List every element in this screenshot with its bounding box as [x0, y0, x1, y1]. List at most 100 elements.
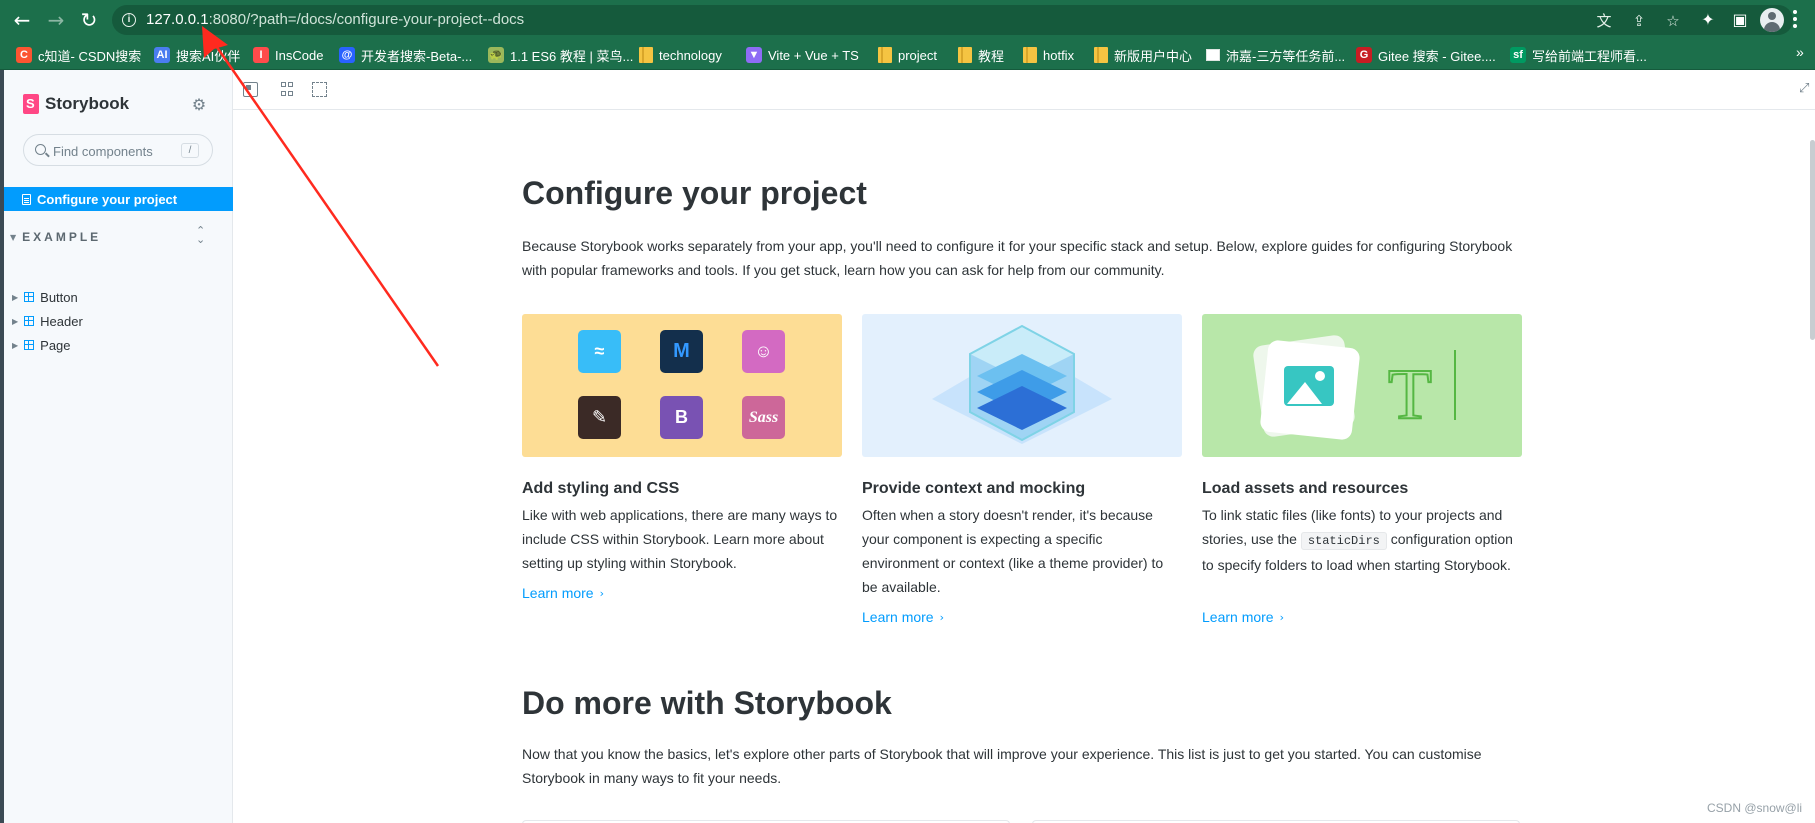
- bookmark-item[interactable]: hotfix: [1023, 40, 1074, 70]
- reload-icon[interactable]: ↻: [77, 8, 101, 32]
- learn-more-label: Learn more: [522, 585, 594, 601]
- sidebar-item-label: Page: [40, 337, 71, 353]
- search-input[interactable]: [53, 142, 183, 160]
- bookmark-item[interactable]: technology: [639, 40, 722, 70]
- search-icon: [35, 144, 46, 155]
- profile-avatar-icon[interactable]: [1760, 8, 1784, 32]
- bookmark-label: 新版用户中心: [1114, 48, 1193, 64]
- sidebar-item-label: Button: [40, 289, 78, 305]
- folder-icon: [958, 47, 972, 63]
- outline-icon[interactable]: [312, 82, 327, 97]
- bookmark-item[interactable]: 🐢 1.1 ES6 教程 | 菜鸟...: [488, 40, 633, 70]
- docs-canvas: ⤢ Configure your project Because Storybo…: [233, 70, 1815, 823]
- zoom-icon[interactable]: [243, 82, 258, 97]
- favicon-icon: AI: [154, 47, 170, 63]
- bookmarks-overflow-icon[interactable]: »: [1796, 44, 1804, 60]
- card-description: Like with web applications, there are ma…: [522, 507, 838, 571]
- site-info-icon[interactable]: i: [122, 13, 136, 27]
- sidebar-item-button[interactable]: ▶ Button: [12, 287, 78, 307]
- bookmark-label: 写给前端工程师看...: [1532, 48, 1647, 64]
- bookmark-item[interactable]: AI 搜索AI伙伴: [154, 40, 240, 70]
- chevron-right-icon: ›: [599, 586, 604, 600]
- translate-icon[interactable]: 文: [1595, 12, 1613, 30]
- brand-name: Storybook: [45, 94, 130, 113]
- share-icon[interactable]: ⇪: [1630, 12, 1648, 30]
- grid-icon[interactable]: [281, 82, 296, 97]
- storybook-logo-icon: [23, 94, 39, 114]
- bookmark-item[interactable]: 新版用户中心: [1094, 40, 1192, 70]
- sidebar-item-label: Header: [40, 313, 83, 329]
- component-icon: [24, 316, 35, 326]
- watermark: CSDN @snow@li: [1707, 801, 1803, 815]
- search-box[interactable]: /: [23, 134, 213, 166]
- bookmark-label: hotfix: [1043, 47, 1075, 63]
- favicon-icon: G: [1356, 47, 1372, 63]
- scrollbar[interactable]: [1810, 110, 1815, 823]
- card-assets: T Load assets and resources To link stat…: [1202, 314, 1522, 625]
- sidebar-item-configure-your-project[interactable]: Configure your project: [4, 187, 233, 211]
- styled-components-logo-icon: ✎: [578, 396, 621, 439]
- scrollbar-thumb[interactable]: [1810, 140, 1815, 340]
- bookmark-item[interactable]: 沛嘉-三方等任务前...: [1206, 40, 1345, 70]
- bookmark-label: 沛嘉-三方等任务前...: [1226, 48, 1346, 64]
- component-icon: [24, 292, 35, 302]
- learn-more-label: Learn more: [862, 609, 934, 625]
- bookmark-item[interactable]: I InsCode: [253, 40, 323, 70]
- favicon-icon: C: [16, 47, 32, 63]
- card-styling: ≈ M ☺ ✎ B Sass Add styling and CSS Like …: [522, 314, 842, 601]
- address-bar[interactable]: i 127.0.0.1:8080/?path=/docs/configure-y…: [112, 5, 1793, 35]
- learn-more-link[interactable]: Learn more ›: [862, 609, 944, 625]
- bookmark-item[interactable]: 教程: [958, 40, 1004, 70]
- back-icon[interactable]: ←: [10, 8, 34, 32]
- search-shortcut-key: /: [181, 143, 199, 158]
- menu-icon[interactable]: [1793, 10, 1797, 30]
- image-and-font-illustration-icon: T: [1253, 335, 1456, 440]
- url-text[interactable]: 127.0.0.1:8080/?path=/docs/configure-you…: [146, 11, 524, 28]
- fullscreen-icon[interactable]: ⤢: [1799, 82, 1813, 96]
- bookmark-label: InsCode: [275, 47, 324, 63]
- sass-logo-icon: Sass: [742, 396, 785, 439]
- bookmark-item[interactable]: project: [878, 40, 937, 70]
- bookmark-item[interactable]: G Gitee 搜索 - Gitee....: [1356, 40, 1496, 70]
- caret-right-icon: ▶: [12, 316, 19, 326]
- folder-icon: [1094, 47, 1108, 63]
- side-panel-icon[interactable]: ▣: [1729, 9, 1751, 31]
- sidebar-item-page[interactable]: ▶ Page: [12, 335, 71, 355]
- card-title: Add styling and CSS: [522, 480, 680, 497]
- page-icon: [1206, 49, 1220, 61]
- mui-logo-icon: M: [660, 330, 703, 373]
- bookmark-item[interactable]: @ 开发者搜索-Beta-...: [339, 40, 472, 70]
- gear-icon[interactable]: ⚙: [190, 96, 208, 114]
- bookmark-label: 搜索AI伙伴: [176, 48, 241, 64]
- expand-collapse-icon[interactable]: ⌃ ⌄: [196, 225, 205, 245]
- learn-more-link[interactable]: Learn more ›: [1202, 609, 1284, 625]
- favicon-icon: ▼: [746, 47, 762, 63]
- storybook-sidebar: Storybook ⚙ / Configure your project ▼ E…: [0, 70, 233, 823]
- caret-right-icon: ▶: [12, 292, 19, 302]
- emotion-logo-icon: ☺: [742, 330, 785, 373]
- sidebar-group-example[interactable]: ▼ EXAMPLE: [10, 230, 101, 244]
- caret-down-icon: ▼: [10, 232, 17, 242]
- document-icon: [22, 193, 31, 205]
- bookmark-label: 开发者搜索-Beta-...: [361, 48, 473, 64]
- learn-more-label: Learn more: [1202, 609, 1274, 625]
- card-context: Provide context and mocking Often when a…: [862, 314, 1182, 625]
- storybook-brand[interactable]: Storybook: [23, 94, 129, 114]
- bookmark-item[interactable]: sf 写给前端工程师看...: [1510, 40, 1647, 70]
- window-edge: [0, 70, 4, 823]
- sidebar-item-header[interactable]: ▶ Header: [12, 311, 83, 331]
- canvas-toolbar: ⤢: [233, 70, 1815, 110]
- bootstrap-logo-icon: B: [660, 396, 703, 439]
- extensions-icon[interactable]: ✦: [1697, 9, 1719, 31]
- bookmark-label: 教程: [978, 48, 1005, 64]
- section-title: Do more with Storybook: [522, 685, 892, 721]
- learn-more-link[interactable]: Learn more ›: [522, 585, 604, 601]
- card-title: Load assets and resources: [1202, 480, 1409, 497]
- star-icon[interactable]: ☆: [1664, 12, 1682, 30]
- forward-icon[interactable]: →: [44, 8, 68, 32]
- bookmark-item[interactable]: ▼ Vite + Vue + TS: [746, 40, 859, 70]
- card-description: Often when a story doesn't render, it's …: [862, 507, 1164, 595]
- bookmark-item[interactable]: Cc知道- CSDN搜索: [16, 40, 141, 70]
- folder-icon: [639, 47, 653, 63]
- url-path: :8080/?path=/docs/configure-your-project…: [208, 11, 525, 28]
